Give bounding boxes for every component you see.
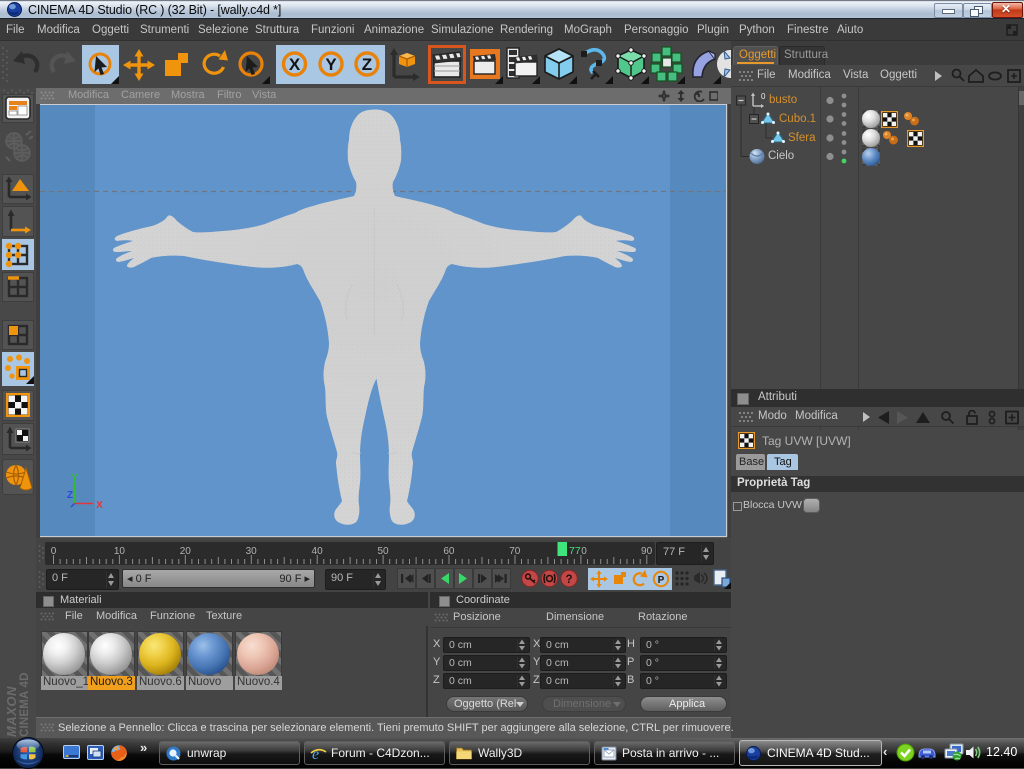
svg-text:0: 0 [581, 546, 587, 557]
svg-text:Z: Z [362, 55, 372, 74]
svg-text:X: X [96, 500, 103, 511]
svg-text:Y: Y [71, 473, 78, 484]
svg-text:Y: Y [325, 55, 337, 74]
svg-text:X: X [289, 55, 301, 74]
svg-text:77: 77 [569, 545, 581, 557]
svg-text:Z: Z [67, 490, 73, 501]
svg-text:?: ? [565, 574, 572, 586]
svg-text:P: P [658, 575, 665, 586]
svg-text:e: e [312, 746, 319, 762]
